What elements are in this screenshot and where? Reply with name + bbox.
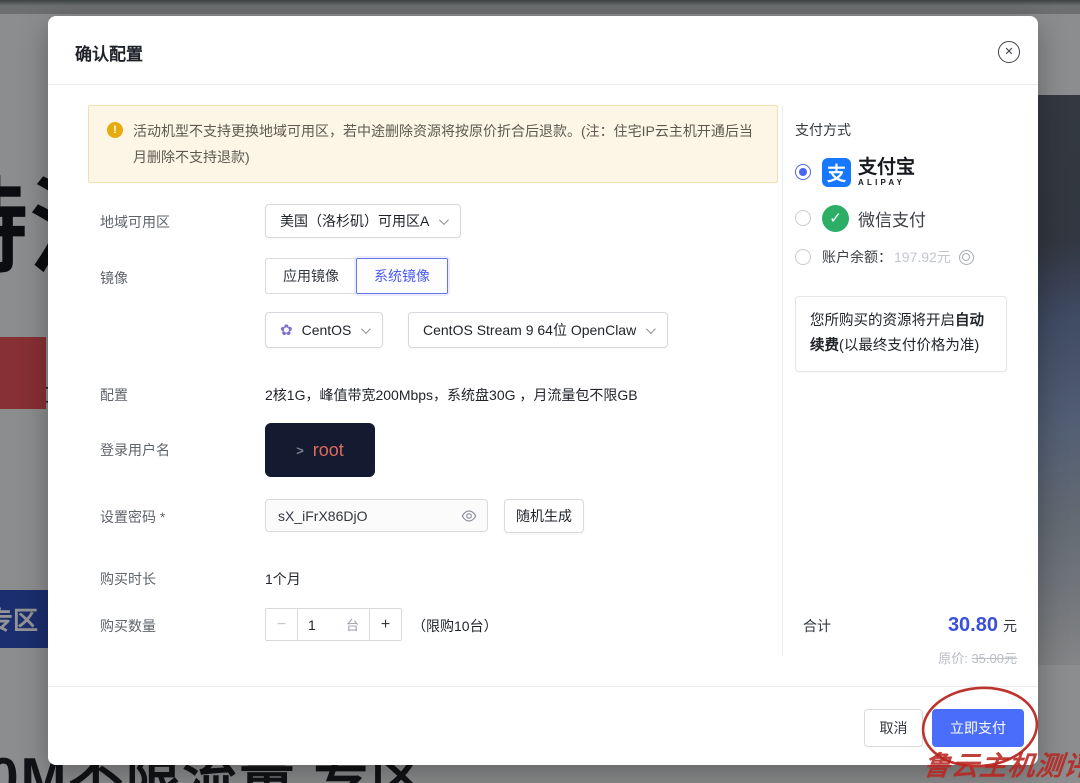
total-label: 合计 <box>803 616 948 636</box>
cancel-button-label: 取消 <box>880 718 908 738</box>
region-select[interactable]: 美国（洛杉矶）可用区A <box>265 204 461 238</box>
column-divider <box>782 105 783 656</box>
wechat-pay-name: 微信支付 <box>858 206 926 231</box>
duration-label: 购买时长 <box>100 569 156 589</box>
radio-icon[interactable] <box>795 249 811 265</box>
config-value: 2核1G，峰值带宽200Mbps，系统盘30G ，月流量包不限GB <box>265 385 638 405</box>
username-label: 登录用户名 <box>100 440 170 460</box>
payment-method-title: 支付方式 <box>795 120 851 140</box>
password-label: 设置密码 * <box>100 507 165 527</box>
chevron-down-icon <box>361 324 371 334</box>
quantity-stepper: − 1 台 + <box>265 608 402 641</box>
region-select-value: 美国（洛杉矶）可用区A <box>280 211 429 231</box>
quantity-increase-button[interactable]: + <box>369 608 402 641</box>
original-price-row: 原价: 35.00元 <box>803 648 1017 667</box>
quantity-decrease-button[interactable]: − <box>265 608 298 641</box>
payment-option-balance[interactable]: 账户余额： 197.92元 <box>795 245 974 269</box>
image-tab-group: 应用镜像 系统镜像 <box>265 258 448 294</box>
payment-option-wechat[interactable]: ✓ 微信支付 <box>795 202 926 234</box>
username-terminal-box: > root <box>265 423 375 477</box>
config-label: 配置 <box>100 385 128 405</box>
image-label: 镜像 <box>100 268 128 288</box>
password-input[interactable]: sX_iFrX86DjO <box>265 499 488 532</box>
total-row: 合计 30.80 元 <box>803 614 1017 637</box>
dialog-footer: 取消 立即支付 <box>48 686 1038 765</box>
pay-now-button[interactable]: 立即支付 <box>932 709 1024 747</box>
original-price-value: 35.00元 <box>971 651 1017 666</box>
total-amount: 30.80 <box>948 614 998 637</box>
quantity-input[interactable]: 1 台 <box>298 608 369 641</box>
screen: 特活 量型办 专区 0M不限流量 专区 确认配置 ! 活动机型不支持更换地域可用… <box>0 0 1080 783</box>
close-icon[interactable] <box>998 41 1020 63</box>
generate-password-label: 随机生成 <box>516 506 572 526</box>
note-text-pre: 您所购买的资源将开启 <box>810 313 955 329</box>
alipay-icon: 支 <box>822 158 851 187</box>
os-select[interactable]: ✿ CentOS <box>265 312 383 348</box>
generate-password-button[interactable]: 随机生成 <box>504 499 584 533</box>
warning-banner: ! 活动机型不支持更换地域可用区，若中途删除资源将按原价折合后退款。(注：住宅I… <box>88 105 778 183</box>
tab-system-image[interactable]: 系统镜像 <box>356 258 448 294</box>
os-version-select-value: CentOS Stream 9 64位 OpenClaw <box>423 320 636 340</box>
username-value: root <box>313 440 344 461</box>
os-version-select[interactable]: CentOS Stream 9 64位 OpenClaw <box>408 312 668 348</box>
region-label: 地域可用区 <box>100 212 170 232</box>
chevron-down-icon <box>646 324 656 334</box>
confirm-config-dialog: 确认配置 ! 活动机型不支持更换地域可用区，若中途删除资源将按原价折合后退款。(… <box>48 16 1038 765</box>
eye-icon[interactable] <box>461 508 477 524</box>
balance-label: 账户余额： <box>822 247 892 267</box>
duration-value: 1个月 <box>265 569 301 589</box>
quantity-value: 1 <box>308 617 346 633</box>
auto-renewal-note: 您所购买的资源将开启自动续费(以最终支付价格为准) <box>795 296 1007 372</box>
password-value: sX_iFrX86DjO <box>278 508 461 524</box>
balance-amount: 197.92元 <box>894 247 951 267</box>
tab-system-image-label: 系统镜像 <box>374 266 430 286</box>
radio-icon[interactable] <box>795 210 811 226</box>
payment-option-alipay[interactable]: 支 支付宝 ALIPAY <box>795 152 915 192</box>
alipay-wordmark: 支付宝 ALIPAY <box>858 158 915 187</box>
dialog-title: 确认配置 <box>75 40 143 65</box>
warning-text: 活动机型不支持更换地域可用区，若中途删除资源将按原价折合后退款。(注：住宅IP云… <box>133 123 753 165</box>
os-select-value: CentOS <box>302 322 352 338</box>
pay-now-button-label: 立即支付 <box>950 718 1006 738</box>
cancel-button[interactable]: 取消 <box>864 709 923 747</box>
note-text-post: (以最终支付价格为准) <box>839 338 979 354</box>
terminal-prompt-icon: > <box>296 443 304 458</box>
alipay-sub: ALIPAY <box>858 179 915 187</box>
dialog-header: 确认配置 <box>48 16 1038 85</box>
radio-selected-icon[interactable] <box>795 164 811 180</box>
quantity-unit: 台 <box>346 615 359 634</box>
tab-app-image[interactable]: 应用镜像 <box>265 258 356 294</box>
wechat-pay-icon: ✓ <box>822 205 849 232</box>
total-currency: 元 <box>1003 616 1017 636</box>
quantity-limit-note: （限购10台） <box>412 616 498 636</box>
original-price-label: 原价: <box>938 651 971 666</box>
warning-icon: ! <box>107 122 123 138</box>
tab-app-image-label: 应用镜像 <box>283 266 339 286</box>
refresh-icon[interactable] <box>959 250 974 265</box>
centos-icon: ✿ <box>280 321 293 339</box>
chevron-down-icon <box>439 215 449 225</box>
quantity-label: 购买数量 <box>100 616 156 636</box>
alipay-name: 支付宝 <box>858 158 915 177</box>
